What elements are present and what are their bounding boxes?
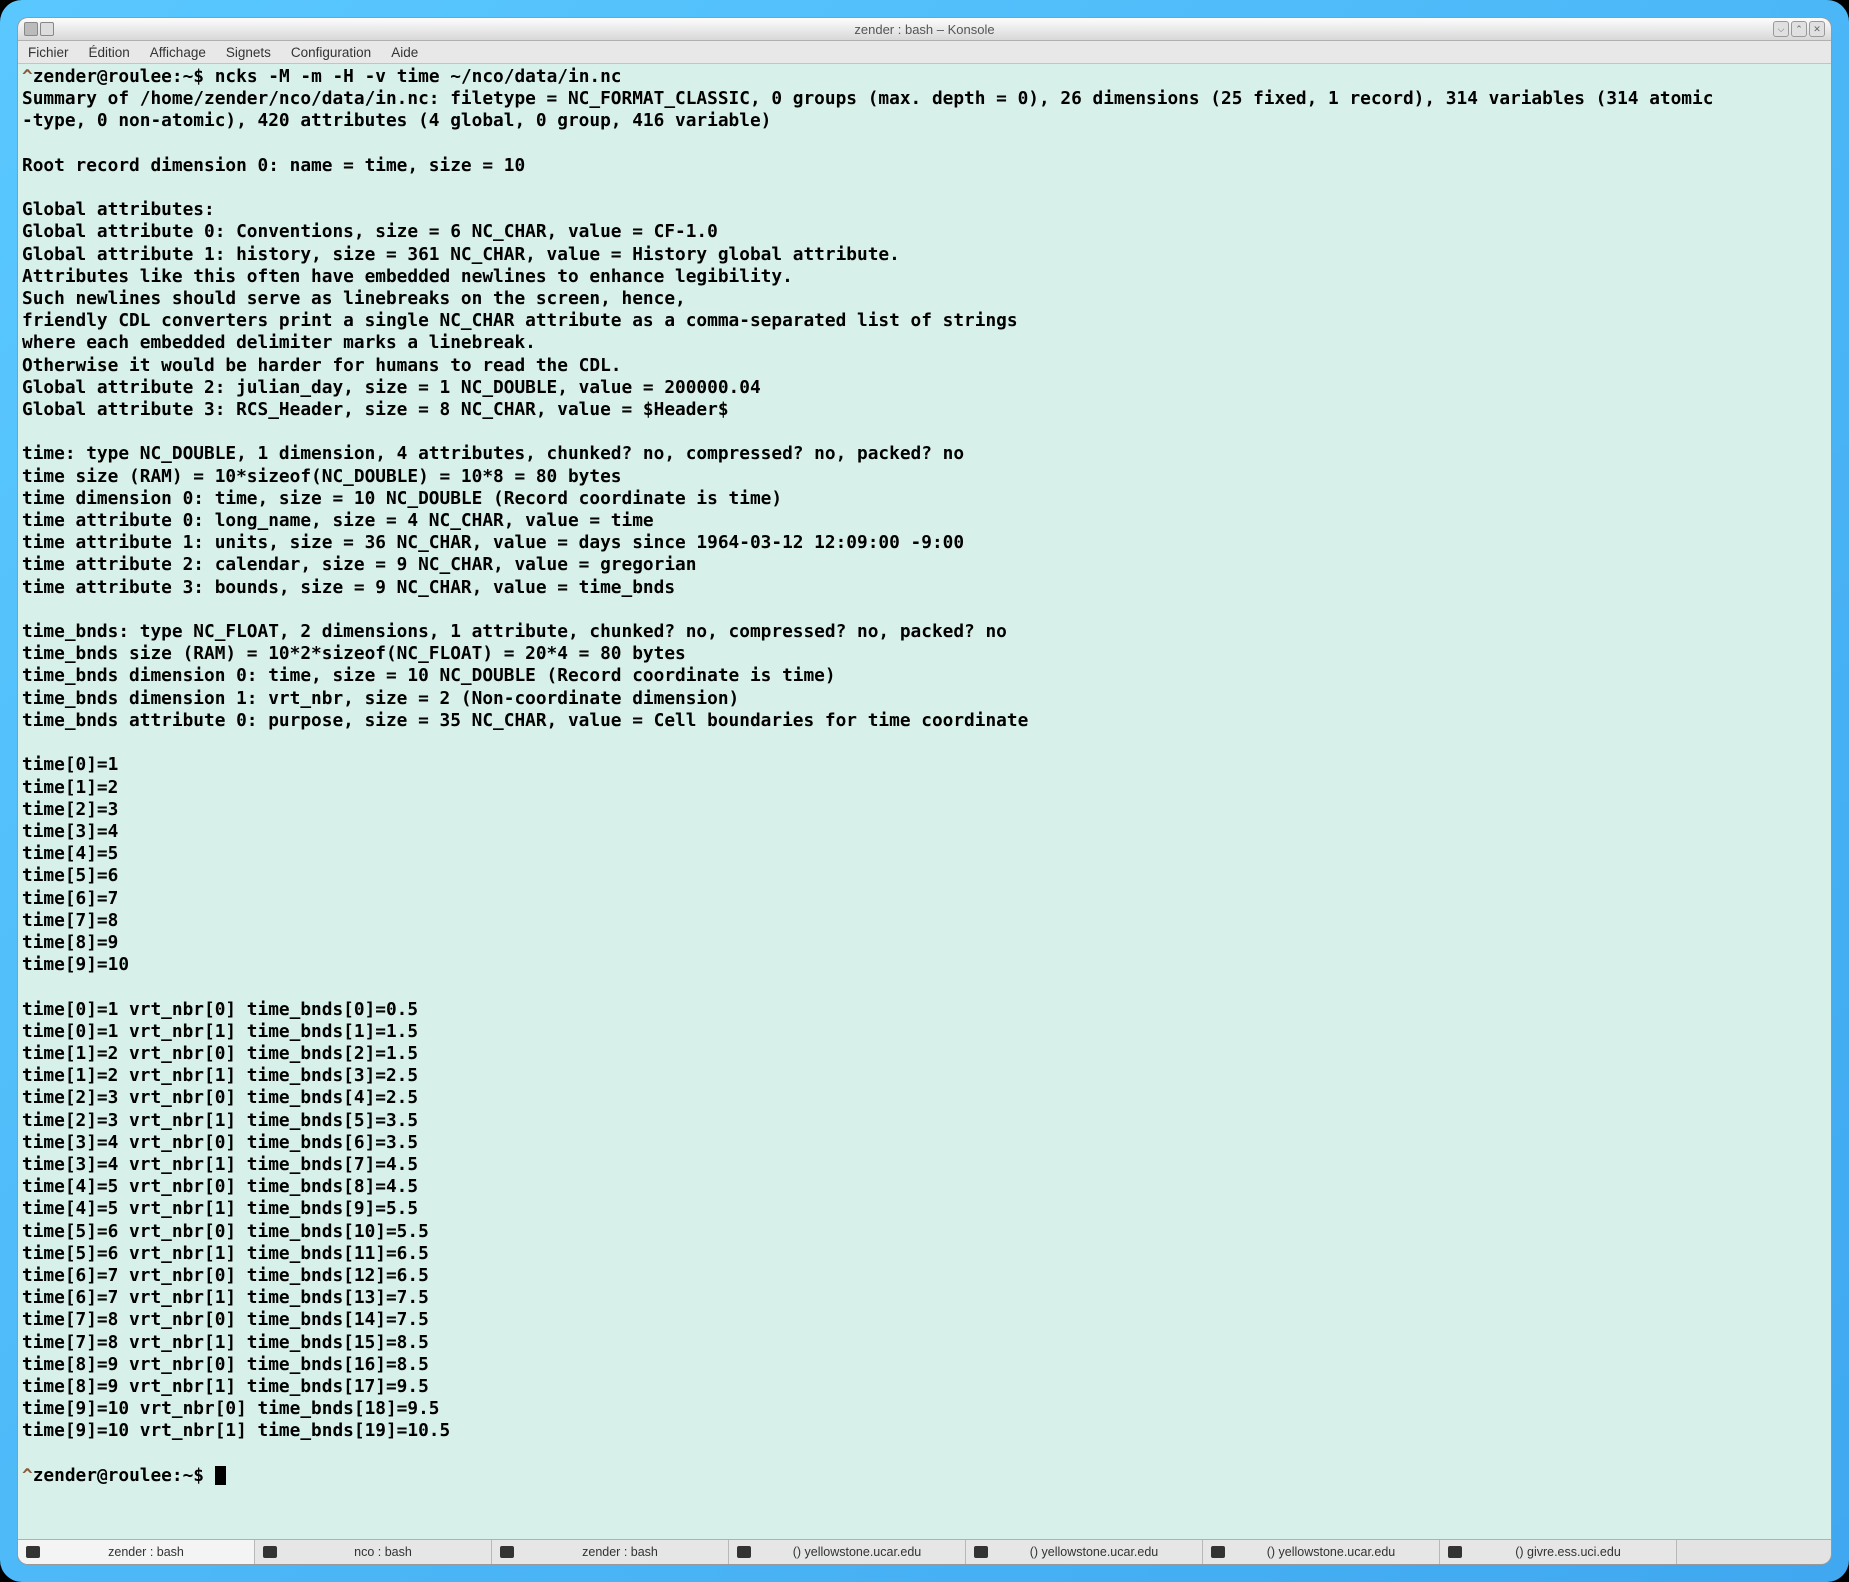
tab-label: () yellowstone.ucar.edu (1231, 1545, 1431, 1559)
tab-label: nco : bash (283, 1545, 483, 1559)
tab-label: () givre.ess.uci.edu (1468, 1545, 1668, 1559)
terminal-output: Summary of /home/zender/nco/data/in.nc: … (22, 88, 1713, 1441)
window-title: zender : bash – Konsole (18, 22, 1831, 37)
tab-label: zender : bash (520, 1545, 720, 1559)
tab-2[interactable]: nco : bash (255, 1540, 492, 1564)
menu-bookmarks[interactable]: Signets (216, 45, 281, 60)
tab-6[interactable]: () yellowstone.ucar.edu (1203, 1540, 1440, 1564)
menu-edit[interactable]: Édition (79, 45, 140, 60)
terminal-viewport[interactable]: ^zender@roulee:~$ ncks -M -m -H -v time … (18, 64, 1831, 1539)
command: ncks -M -m -H -v time ~/nco/data/in.nc (215, 66, 622, 87)
tab-label: zender : bash (46, 1545, 246, 1559)
app-icon-secondary (40, 22, 54, 36)
tab-3[interactable]: zender : bash (492, 1540, 729, 1564)
tab-label: () yellowstone.ucar.edu (757, 1545, 957, 1559)
terminal-icon (737, 1546, 751, 1558)
tab-4[interactable]: () yellowstone.ucar.edu (729, 1540, 966, 1564)
terminal-icon (263, 1546, 277, 1558)
prompt-caret-icon: ^ (22, 1465, 33, 1486)
titlebar[interactable]: zender : bash – Konsole ⌵ ⌃ ✕ (18, 18, 1831, 41)
menu-help[interactable]: Aide (381, 45, 428, 60)
maximize-button[interactable]: ⌃ (1791, 21, 1807, 37)
terminal-icon (974, 1546, 988, 1558)
menu-settings[interactable]: Configuration (281, 45, 381, 60)
menu-view[interactable]: Affichage (140, 45, 216, 60)
titlebar-left-icons (24, 22, 54, 36)
menu-file[interactable]: Fichier (18, 45, 79, 60)
tab-label: () yellowstone.ucar.edu (994, 1545, 1194, 1559)
terminal-icon (1448, 1546, 1462, 1558)
prompt: zender@roulee:~$ (33, 1465, 215, 1486)
terminal-text[interactable]: ^zender@roulee:~$ ncks -M -m -H -v time … (18, 64, 1831, 1487)
app-icon (24, 22, 38, 36)
close-button[interactable]: ✕ (1809, 21, 1825, 37)
menubar: Fichier Édition Affichage Signets Config… (18, 41, 1831, 64)
tab-1[interactable]: zender : bash (18, 1540, 255, 1564)
prompt-caret-icon: ^ (22, 66, 33, 87)
terminal-icon (1211, 1546, 1225, 1558)
text-cursor (215, 1466, 226, 1485)
tab-bar: zender : bash nco : bash zender : bash (… (18, 1539, 1831, 1564)
konsole-window: zender : bash – Konsole ⌵ ⌃ ✕ Fichier Éd… (18, 18, 1831, 1564)
tab-5[interactable]: () yellowstone.ucar.edu (966, 1540, 1203, 1564)
terminal-icon (26, 1546, 40, 1558)
tab-7[interactable]: () givre.ess.uci.edu (1440, 1540, 1677, 1564)
prompt: zender@roulee:~$ (33, 66, 215, 87)
minimize-button[interactable]: ⌵ (1773, 21, 1789, 37)
terminal-icon (500, 1546, 514, 1558)
